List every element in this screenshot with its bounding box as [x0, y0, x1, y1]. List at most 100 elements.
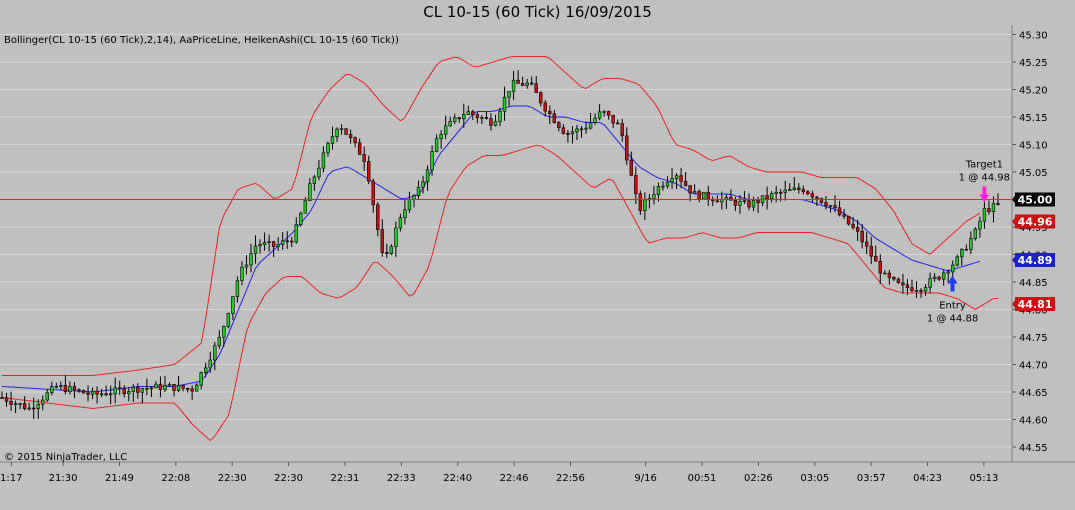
- down-candle: [118, 387, 122, 390]
- down-candle: [778, 191, 783, 194]
- y-tick-label: 45.15: [1019, 113, 1048, 124]
- down-candle: [851, 223, 855, 228]
- up-candle: [262, 242, 267, 245]
- price-tag-current-price: 45.00: [1012, 192, 1055, 207]
- up-candle: [978, 220, 982, 230]
- down-candle: [638, 193, 643, 211]
- up-candle: [914, 290, 919, 292]
- price-tag-label: 44.89: [1018, 254, 1053, 267]
- up-candle: [951, 264, 955, 273]
- down-candle: [579, 128, 584, 131]
- x-tick-label: 21:30: [49, 473, 78, 484]
- down-candle: [475, 114, 480, 118]
- down-candle: [688, 185, 692, 194]
- up-candle: [991, 203, 996, 213]
- down-candle: [362, 154, 366, 162]
- up-candle: [326, 143, 330, 154]
- up-candle: [68, 386, 72, 393]
- up-candle: [588, 122, 593, 129]
- x-tick-label: 22:46: [500, 473, 529, 484]
- up-candle: [222, 326, 226, 338]
- entry-detail: 1 @ 44.88: [927, 314, 978, 325]
- y-tick-label: 45.05: [1019, 168, 1048, 179]
- up-candle: [249, 253, 253, 266]
- down-candle: [561, 127, 566, 134]
- down-candle: [22, 403, 27, 409]
- down-candle: [63, 385, 68, 393]
- up-candle: [244, 264, 249, 268]
- up-candle: [59, 385, 63, 387]
- up-candle: [321, 152, 326, 169]
- up-candle: [280, 240, 285, 245]
- up-candle: [253, 245, 258, 255]
- down-candle: [964, 248, 969, 251]
- down-candle: [529, 82, 534, 85]
- up-candle: [602, 111, 606, 113]
- price-chart[interactable]: 45.3045.2545.2045.1545.1045.0545.0044.95…: [0, 0, 1075, 510]
- up-candle: [163, 385, 167, 390]
- x-tick-label: 9/16: [634, 473, 656, 484]
- up-candle: [453, 117, 457, 122]
- x-tick-label: 22:08: [161, 473, 190, 484]
- down-candle: [548, 110, 552, 115]
- up-candle: [308, 183, 312, 202]
- down-candle: [158, 383, 163, 390]
- down-candle: [824, 202, 828, 207]
- down-candle: [290, 240, 294, 243]
- copyright-label: © 2015 NinjaTrader, LLC: [4, 452, 127, 463]
- up-candle: [466, 111, 471, 115]
- up-candle: [670, 178, 674, 183]
- up-candle: [50, 386, 54, 393]
- up-candle: [13, 403, 18, 405]
- x-tick-label: 04:23: [913, 473, 942, 484]
- up-candle: [982, 208, 987, 222]
- down-candle: [516, 79, 520, 84]
- down-candle: [756, 200, 760, 204]
- up-candle: [27, 407, 31, 410]
- y-tick-label: 45.30: [1019, 31, 1048, 42]
- up-candle: [928, 278, 932, 288]
- down-candle: [348, 134, 353, 138]
- up-candle: [507, 91, 511, 98]
- up-candle: [140, 388, 145, 393]
- up-candle: [99, 393, 104, 396]
- down-candle: [81, 390, 86, 394]
- down-candle: [865, 241, 869, 247]
- up-candle: [41, 399, 45, 405]
- up-candle: [425, 169, 430, 183]
- down-candle: [616, 122, 620, 125]
- up-candle: [335, 128, 339, 137]
- up-candle: [584, 127, 588, 130]
- down-candle: [344, 128, 348, 135]
- down-candle: [181, 384, 185, 389]
- down-candle: [380, 229, 384, 253]
- price-tag-lower-band: 44.81: [1012, 297, 1055, 311]
- up-candle: [783, 189, 787, 193]
- up-candle: [194, 384, 199, 392]
- up-candle: [652, 194, 656, 199]
- price-tag-label: 44.96: [1018, 216, 1053, 229]
- down-candle: [896, 278, 901, 284]
- down-candle: [385, 252, 389, 254]
- down-candle: [520, 83, 525, 86]
- up-candle: [226, 313, 231, 327]
- x-tick-label: 00:51: [688, 473, 717, 484]
- down-candle: [371, 180, 375, 206]
- up-candle: [883, 272, 887, 275]
- up-candle: [199, 372, 203, 386]
- up-candle: [176, 384, 181, 391]
- up-candle: [502, 96, 507, 112]
- down-candle: [376, 204, 380, 230]
- up-candle: [788, 189, 792, 191]
- down-candle: [634, 174, 638, 195]
- up-candle: [946, 271, 950, 274]
- down-candle: [747, 200, 751, 208]
- up-candle: [412, 195, 416, 200]
- down-candle: [715, 200, 720, 203]
- up-candle: [643, 199, 647, 211]
- indicators-label: Bollinger(CL 10-15 (60 Tick),2,14), AaPr…: [4, 35, 399, 46]
- down-candle: [611, 114, 615, 124]
- down-candle: [122, 388, 126, 394]
- price-tag-middle-band: 44.89: [1012, 253, 1055, 267]
- up-candle: [167, 384, 172, 386]
